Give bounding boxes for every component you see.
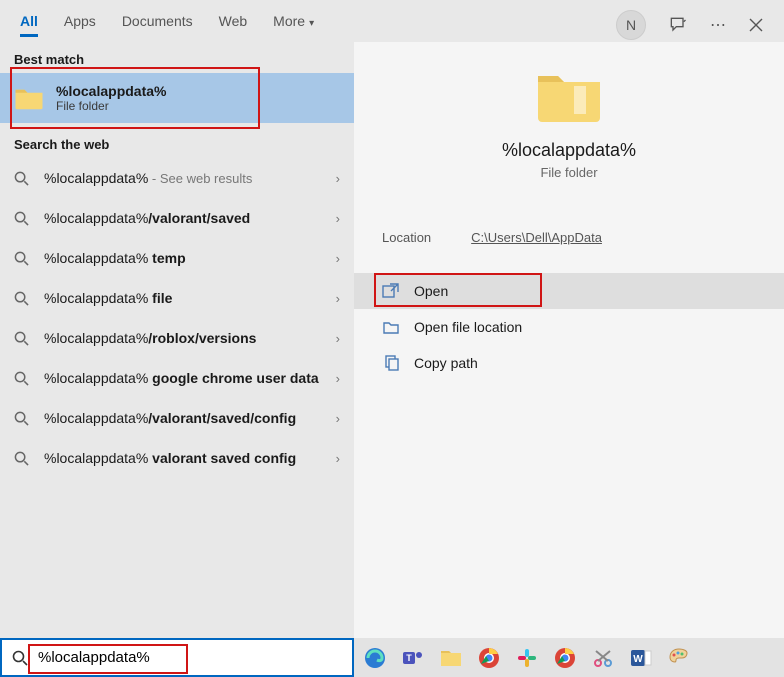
tab-more[interactable]: More▾ [273,13,314,37]
web-result-text: %localappdata% valorant saved config [44,449,322,468]
action-label: Open [414,283,448,299]
best-match-text: %localappdata% File folder [56,83,166,113]
web-results-list: %localappdata% - See web results › %loca… [0,158,354,478]
close-icon[interactable] [748,17,764,33]
action-open-location[interactable]: Open file location [354,309,784,345]
tab-web[interactable]: Web [219,13,248,37]
best-match-subtitle: File folder [56,99,166,113]
location-label: Location [382,230,431,245]
folder-icon [14,85,44,111]
web-result-item[interactable]: %localappdata%/valorant/saved › [0,198,354,238]
search-icon [14,211,30,226]
taskbar-app-edge[interactable] [362,645,388,671]
nav-tabs: All Apps Documents Web More▾ [20,13,314,37]
web-result-text: %localappdata%/valorant/saved/config [44,409,322,428]
web-result-text: %localappdata% temp [44,249,322,268]
search-icon [14,371,30,386]
web-result-text: %localappdata%/roblox/versions [44,329,322,348]
tab-documents[interactable]: Documents [122,13,193,37]
preview-panel: %localappdata% File folder Location C:\U… [354,42,784,638]
location-value[interactable]: C:\Users\Dell\AppData [471,230,602,245]
search-icon [14,251,30,266]
web-result-text: %localappdata%/valorant/saved [44,209,322,228]
user-avatar[interactable]: N [616,10,646,40]
actions-list: Open Open file location Copy path [354,273,784,381]
chevron-down-icon: ▾ [309,18,314,29]
action-open[interactable]: Open [354,273,784,309]
web-result-text: %localappdata% file [44,289,322,308]
taskbar-app-chrome-2[interactable] [552,645,578,671]
open-icon [382,283,400,299]
best-match-result[interactable]: %localappdata% File folder [0,73,354,123]
more-options-icon[interactable]: ⋯ [710,15,726,35]
web-result-item[interactable]: %localappdata% temp › [0,238,354,278]
svg-text:W: W [633,654,643,665]
chevron-right-icon: › [336,451,340,466]
search-icon [14,451,30,466]
search-input[interactable] [38,649,342,666]
search-icon [14,331,30,346]
header-right: N ⋯ [616,10,764,40]
web-result-item[interactable]: %localappdata%/roblox/versions › [0,318,354,358]
tab-apps[interactable]: Apps [64,13,96,37]
preview-subtitle: File folder [540,165,597,180]
web-result-item[interactable]: %localappdata% file › [0,278,354,318]
search-icon [12,650,28,666]
chevron-right-icon: › [336,291,340,306]
folder-icon-large [534,66,604,140]
action-label: Copy path [414,355,478,371]
best-match-title: %localappdata% [56,83,166,99]
taskbar: T W [354,638,784,677]
taskbar-app-explorer[interactable] [438,645,464,671]
web-result-item[interactable]: %localappdata% valorant saved config › [0,438,354,478]
chevron-right-icon: › [336,171,340,186]
taskbar-app-word[interactable]: W [628,645,654,671]
web-result-item[interactable]: %localappdata% google chrome user data › [0,358,354,398]
chevron-right-icon: › [336,371,340,386]
taskbar-app-paint[interactable] [666,645,692,671]
best-match-label: Best match [0,42,354,73]
folder-open-icon [382,320,400,334]
tab-all[interactable]: All [20,13,38,37]
preview-header: %localappdata% File folder [354,66,784,210]
web-result-item[interactable]: %localappdata%/valorant/saved/config › [0,398,354,438]
location-row: Location C:\Users\Dell\AppData [354,218,784,257]
search-icon [14,411,30,426]
taskbar-app-chrome[interactable] [476,645,502,671]
chevron-right-icon: › [336,331,340,346]
copy-icon [382,355,400,371]
search-icon [14,291,30,306]
main-area: Best match %localappdata% File folder Se… [0,42,784,638]
svg-text:T: T [406,653,412,663]
feedback-icon[interactable] [668,15,688,35]
action-copy-path[interactable]: Copy path [354,345,784,381]
taskbar-app-snip[interactable] [590,645,616,671]
chevron-right-icon: › [336,411,340,426]
results-panel: Best match %localappdata% File folder Se… [0,42,354,638]
web-result-item[interactable]: %localappdata% - See web results › [0,158,354,198]
chevron-right-icon: › [336,211,340,226]
preview-title: %localappdata% [502,140,636,161]
search-icon [14,171,30,186]
taskbar-app-teams[interactable]: T [400,645,426,671]
taskbar-app-slack[interactable] [514,645,540,671]
chevron-right-icon: › [336,251,340,266]
search-bar[interactable] [0,638,354,677]
search-web-label: Search the web [0,127,354,158]
web-result-text: %localappdata% google chrome user data [44,369,322,388]
action-label: Open file location [414,319,522,335]
header-bar: All Apps Documents Web More▾ N ⋯ [0,0,784,42]
web-result-text: %localappdata% - See web results [44,169,322,188]
